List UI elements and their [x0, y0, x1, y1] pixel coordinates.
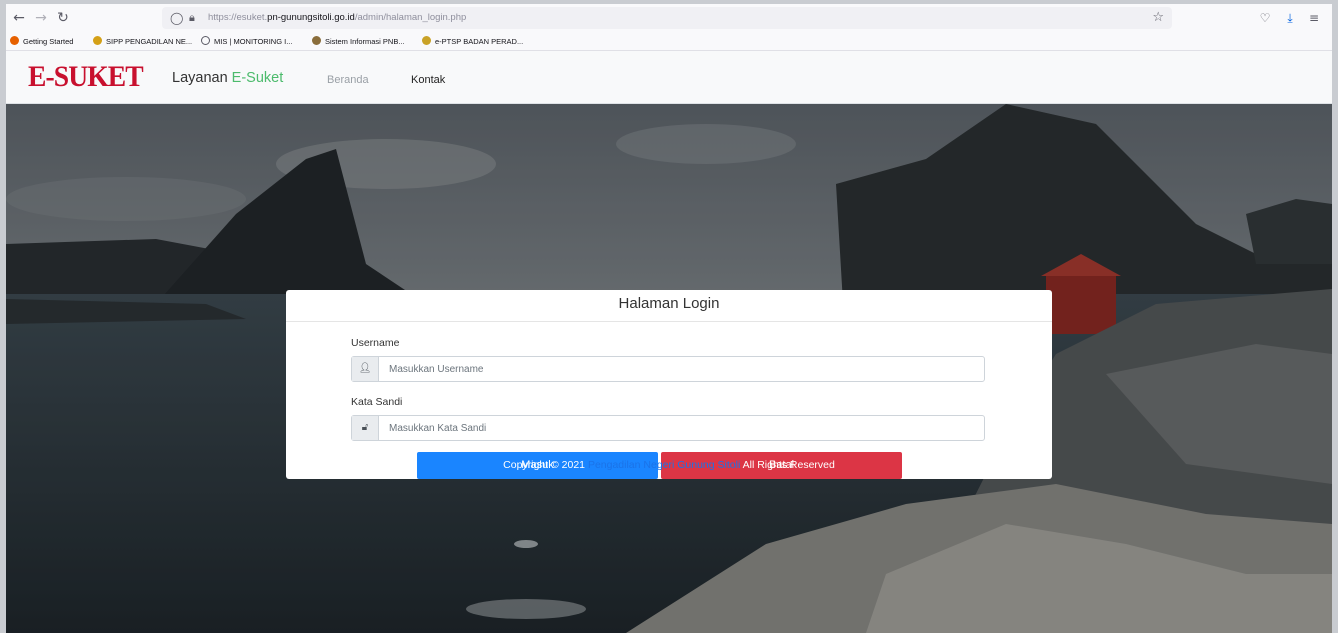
bookmark-sistem-informasi[interactable]: Sistem Informasi PNB...	[312, 35, 405, 49]
username-label: Username	[351, 337, 400, 349]
password-input[interactable]	[379, 416, 984, 440]
menu-icon[interactable]: ≡	[1305, 9, 1323, 27]
password-label: Kata Sandi	[351, 396, 403, 408]
brand-accent: E-Suket	[231, 70, 284, 86]
forward-arrow-icon[interactable]: →	[32, 9, 50, 27]
pocket-icon[interactable]: ♡	[1256, 9, 1274, 27]
court-seal-icon	[93, 36, 102, 45]
url-text[interactable]: https://esuket.pn-gunungsitoli.go.id/adm…	[208, 11, 466, 25]
browser-window: ← → ↻ ◯ 🔒︎ https://esuket.pn-gunungsitol…	[6, 4, 1332, 633]
user-icon: 👤︎	[352, 357, 379, 381]
unlock-icon: 🔓︎	[352, 416, 379, 440]
url-path: /admin/halaman_login.php	[354, 12, 467, 23]
url-prefix: https://esuket.	[208, 12, 268, 23]
username-input-group: 👤︎	[351, 356, 985, 382]
bookmarks-bar: Getting Started SIPP PENGADILAN NE... MI…	[6, 32, 1332, 51]
bookmark-label: e-PTSP BADAN PERAD...	[435, 37, 524, 46]
hero-background: Halaman Login Username 👤︎ Kata Sandi 🔓︎ …	[6, 104, 1332, 633]
nav-kontak[interactable]: Kontak	[411, 73, 445, 87]
bookmark-star-icon[interactable]: ☆	[1152, 9, 1164, 27]
navbar-brand[interactable]: Layanan E-Suket	[172, 69, 283, 87]
bookmark-getting-started[interactable]: Getting Started	[10, 35, 73, 49]
reload-icon[interactable]: ↻	[54, 9, 72, 27]
browser-toolbar: ← → ↻ ◯ 🔒︎ https://esuket.pn-gunungsitol…	[6, 4, 1332, 32]
lock-icon[interactable]: 🔒︎	[189, 10, 203, 26]
copyright-prefix: Copyright © 2021	[503, 459, 588, 471]
esuket-logo[interactable]: E-SUKET	[28, 59, 144, 95]
bookmark-sipp[interactable]: SIPP PENGADILAN NE...	[93, 35, 192, 49]
login-card: Halaman Login Username 👤︎ Kata Sandi 🔓︎ …	[286, 290, 1052, 479]
bookmark-mis[interactable]: MIS | MONITORING I...	[201, 35, 292, 49]
copyright-suffix: All Rights Reserved	[740, 459, 835, 471]
copyright-footer: Copyright © 2021 Pengadilan Negeri Gunun…	[6, 458, 1332, 472]
password-input-group: 🔓︎	[351, 415, 985, 441]
username-input[interactable]	[379, 357, 984, 381]
bookmark-eptsp[interactable]: e-PTSP BADAN PERAD...	[422, 35, 523, 49]
login-title: Halaman Login	[286, 290, 1052, 322]
emblem-icon	[312, 36, 321, 45]
court-link[interactable]: Pengadilan Negeri Gunung Sitoli	[588, 459, 740, 471]
brand-prefix: Layanan	[172, 70, 232, 86]
emblem-icon	[422, 36, 431, 45]
download-icon[interactable]: ⤓	[1281, 9, 1299, 27]
url-bar[interactable]: ◯ 🔒︎ https://esuket.pn-gunungsitoli.go.i…	[162, 7, 1172, 29]
back-arrow-icon[interactable]: ←	[10, 9, 28, 27]
tracking-protection-icon[interactable]: ◯	[170, 10, 184, 26]
url-domain: pn-gunungsitoli.go.id	[267, 12, 355, 23]
bookmark-label: MIS | MONITORING I...	[214, 37, 293, 46]
bookmark-label: SIPP PENGADILAN NE...	[106, 37, 193, 46]
globe-icon	[201, 36, 210, 45]
nav-beranda[interactable]: Beranda	[327, 73, 369, 87]
bookmark-label: Getting Started	[23, 37, 74, 46]
site-navbar: E-SUKET Layanan E-Suket Beranda Kontak	[6, 51, 1332, 104]
bookmark-label: Sistem Informasi PNB...	[325, 37, 405, 46]
firefox-icon	[10, 36, 19, 45]
